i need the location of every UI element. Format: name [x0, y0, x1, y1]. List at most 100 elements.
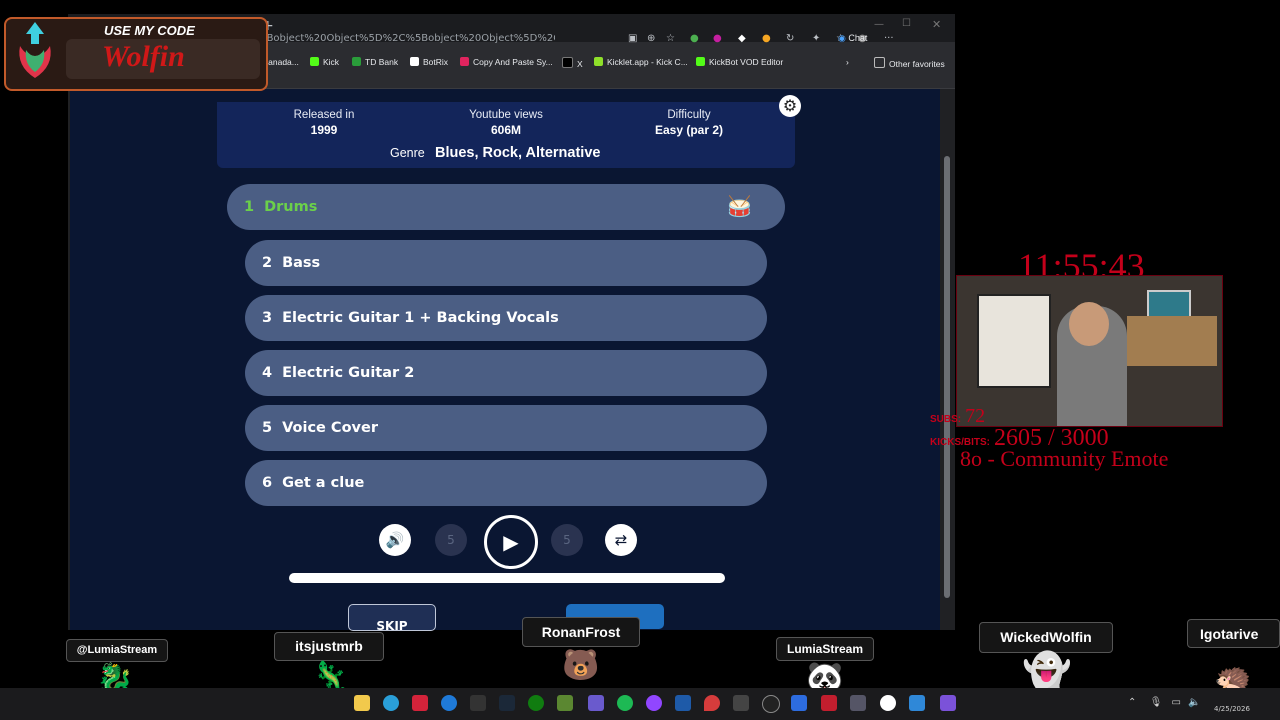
wolf-logo-icon	[19, 22, 51, 78]
track-item-electric-guitar-2[interactable]: 4 Electric Guitar 2	[245, 350, 767, 396]
bookmark-item[interactable]: TD Bank	[352, 57, 398, 67]
xbox-icon[interactable]	[528, 695, 544, 711]
chatter-name: LumiaStream	[776, 637, 874, 661]
progress-bar[interactable]	[289, 573, 725, 583]
epic-games-icon[interactable]	[470, 695, 486, 711]
reader-icon[interactable]: ▣	[628, 33, 637, 44]
volume-icon[interactable]: 🔊	[379, 524, 411, 556]
edge-icon[interactable]	[383, 695, 399, 711]
track-item-drums[interactable]: 1 Drums	[227, 184, 785, 230]
forward-5-button[interactable]: 5	[551, 524, 583, 556]
more-menu-icon[interactable]: ···	[884, 33, 894, 44]
streamer-face	[1069, 302, 1109, 346]
extension-icon[interactable]: ●	[690, 33, 699, 44]
scrollbar-thumb[interactable]	[944, 156, 950, 598]
track-item-voice-cover[interactable]: 5 Voice Cover	[245, 405, 767, 451]
track-item-get-a-clue[interactable]: 6 Get a clue	[245, 460, 767, 506]
favorite-star-icon[interactable]: ☆	[666, 33, 675, 44]
difficulty-value: Easy (par 2)	[654, 123, 724, 137]
difficulty-label: Difficulty	[667, 109, 711, 121]
folder-icon	[874, 57, 885, 68]
app-icon[interactable]	[880, 695, 896, 711]
track-number: 3	[262, 310, 273, 326]
maps-pin-icon[interactable]	[704, 695, 720, 711]
subs-value: 72	[965, 405, 986, 427]
bookmark-item[interactable]: X	[562, 57, 583, 69]
track-label: Electric Guitar 1 + Backing Vocals	[282, 310, 559, 326]
obs-icon[interactable]	[762, 695, 780, 713]
vivaldi-icon[interactable]	[412, 695, 428, 711]
shuffle-icon[interactable]: ⇄	[605, 524, 637, 556]
maximize-icon[interactable]: ☐	[902, 18, 911, 29]
td-bank-icon	[352, 57, 361, 66]
drum-kit-icon: 🥁	[727, 194, 752, 218]
code-title: USE MY CODE	[104, 23, 195, 38]
kick-icon	[310, 57, 319, 66]
track-number: 2	[262, 255, 273, 271]
play-icon: ▶	[503, 530, 519, 554]
app-icon[interactable]	[821, 695, 837, 711]
app-icon[interactable]	[850, 695, 866, 711]
app-icon[interactable]	[733, 695, 749, 711]
bookmark-item[interactable]: BotRix	[410, 57, 448, 67]
extension-icon[interactable]: ●	[762, 33, 771, 44]
app-icon[interactable]	[441, 695, 457, 711]
minecraft-icon[interactable]	[557, 695, 573, 711]
bookmarks-overflow-icon[interactable]: ›	[846, 57, 849, 67]
goal-text: 8o - Community Emote	[960, 446, 1169, 471]
close-window-icon[interactable]: ✕	[932, 18, 941, 31]
x-icon	[562, 57, 573, 68]
kickbot-icon	[696, 57, 705, 66]
copilot-chat-button[interactable]: ◉ Chat	[838, 33, 867, 44]
chatter-name: RonanFrost	[522, 617, 640, 647]
song-info-card: Released in 1999 Youtube views 606M Diff…	[217, 102, 795, 168]
microphone-icon[interactable]: 🎙	[1150, 697, 1163, 708]
views-label: Youtube views	[469, 109, 543, 121]
network-icon[interactable]: ▭	[1171, 697, 1180, 708]
app-icon[interactable]	[791, 695, 807, 711]
track-number: 6	[262, 475, 273, 491]
desk	[1127, 316, 1217, 366]
extension-icon[interactable]: ●	[713, 33, 722, 44]
botrix-icon	[410, 57, 419, 66]
app-icon[interactable]	[940, 695, 956, 711]
copy-paste-icon	[460, 57, 469, 66]
bookmark-item[interactable]: Kick	[310, 57, 339, 67]
skip-button[interactable]: SKIP	[348, 604, 436, 631]
bookmark-item[interactable]: Copy And Paste Sy...	[460, 57, 553, 67]
spotify-icon[interactable]	[617, 695, 633, 711]
track-number: 1	[244, 199, 255, 215]
system-tray[interactable]: ⌃ 🎙 ▭ 🔈	[1128, 697, 1201, 708]
settings-gear-icon[interactable]: ⚙	[779, 95, 801, 117]
chat-label: Chat	[848, 33, 868, 43]
twitch-icon[interactable]	[646, 695, 662, 711]
play-button[interactable]: ▶	[484, 515, 538, 569]
refresh-icon[interactable]: ↻	[786, 33, 794, 44]
bookmark-item[interactable]: Kicklet.app - Kick C...	[594, 57, 688, 67]
track-item-electric-guitar-1[interactable]: 3 Electric Guitar 1 + Backing Vocals	[245, 295, 767, 341]
other-favorites[interactable]: Other favorites	[874, 57, 945, 69]
bookmark-item[interactable]: KickBot VOD Editor	[696, 57, 783, 67]
track-label: Bass	[282, 255, 321, 271]
zoom-icon[interactable]: ⊕	[647, 33, 655, 44]
extensions-puzzle-icon[interactable]: ✦	[812, 33, 820, 44]
notepad-icon[interactable]	[909, 695, 925, 711]
sticky-notes-icon[interactable]	[354, 695, 370, 711]
app-icon[interactable]	[588, 695, 604, 711]
steam-icon[interactable]	[499, 695, 515, 711]
minimize-icon[interactable]: —	[874, 19, 884, 30]
taskbar	[0, 688, 1280, 720]
rewind-5-button[interactable]: 5	[435, 524, 467, 556]
genre-value: Blues, Rock, Alternative	[435, 145, 601, 161]
chatter-name: itsjustmrb	[274, 632, 384, 661]
track-number: 5	[262, 420, 273, 436]
whiteboard	[977, 294, 1051, 388]
speaker-icon[interactable]: 🔈	[1188, 697, 1200, 708]
extension-icon[interactable]: ◆	[738, 33, 746, 44]
app-icon[interactable]	[675, 695, 691, 711]
chevron-up-icon[interactable]: ⌃	[1128, 697, 1136, 708]
track-label: Electric Guitar 2	[282, 365, 415, 381]
genre-label: Genre	[390, 146, 425, 160]
track-item-bass[interactable]: 2 Bass	[245, 240, 767, 286]
taskbar-date: 4/25/2026	[1214, 705, 1250, 713]
